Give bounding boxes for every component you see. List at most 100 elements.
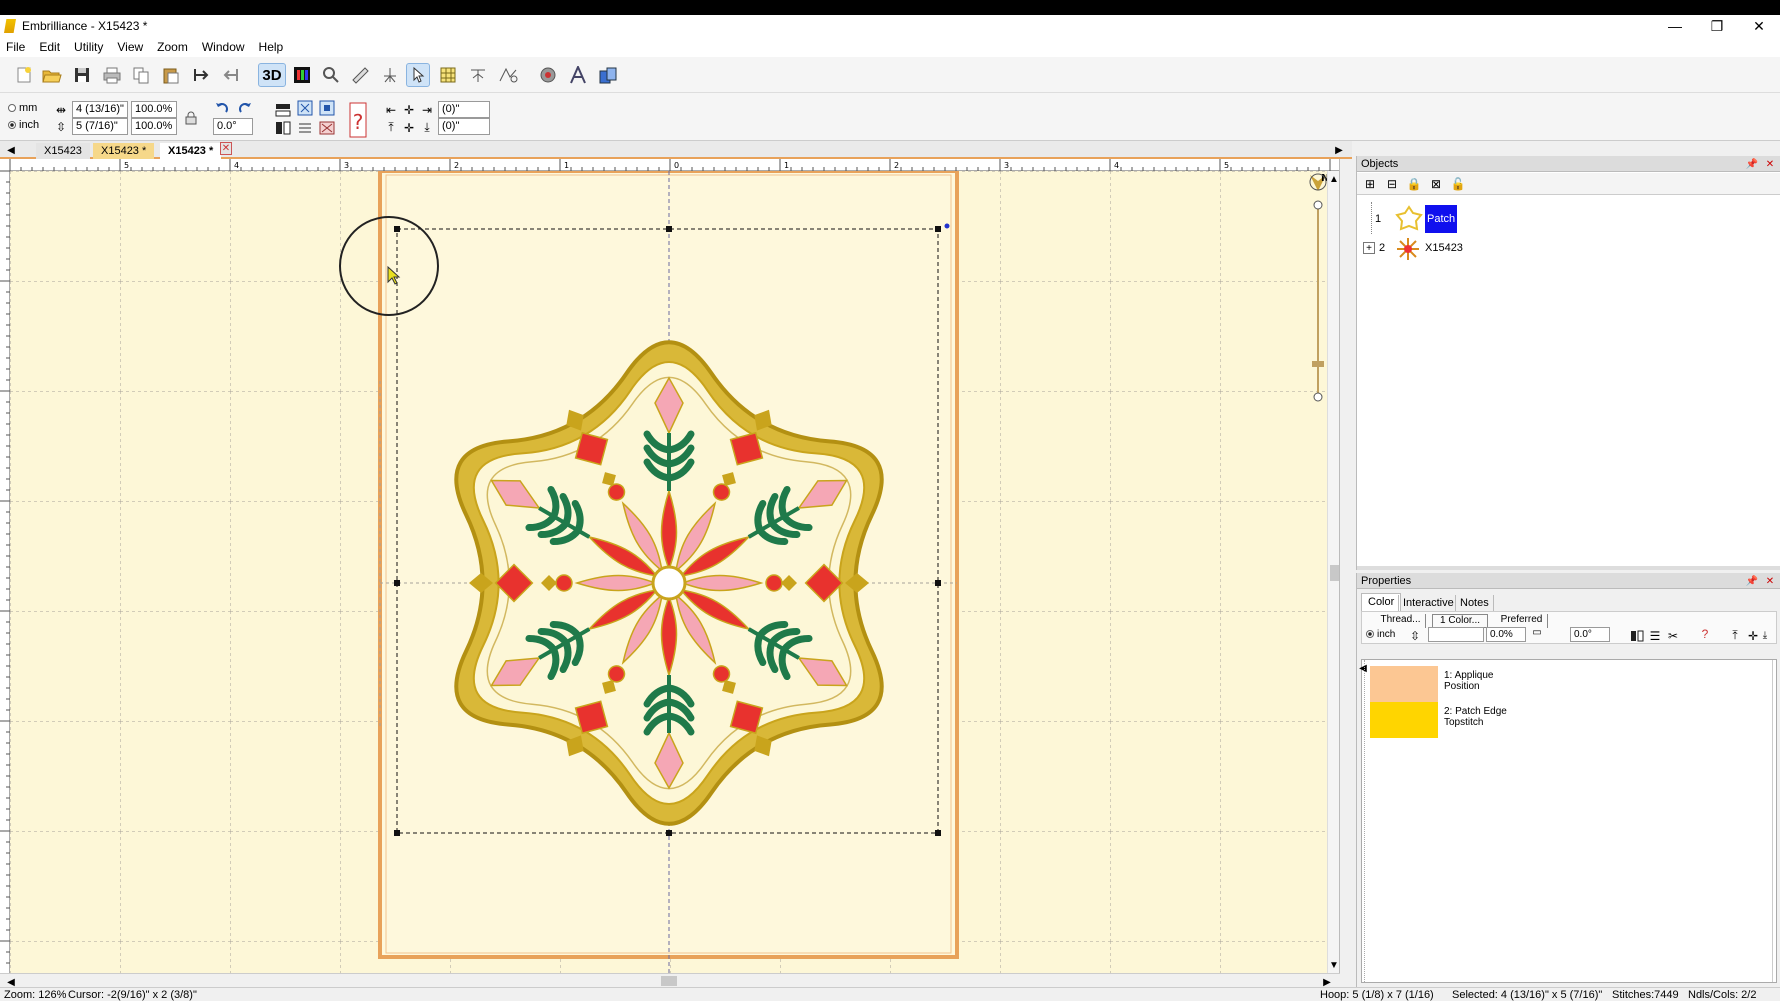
objects-close-icon[interactable]: ✕ [1761, 156, 1779, 173]
unit-mm-option[interactable]: mm [8, 102, 37, 114]
properties-close-icon[interactable]: ✕ [1761, 573, 1779, 590]
unlock-icon[interactable]: 🔓 [1449, 175, 1467, 192]
align-bottom-icon[interactable]: ⤓ [418, 119, 436, 136]
scissors-icon[interactable]: ✂ [1664, 627, 1682, 644]
menu-window[interactable]: Window [202, 40, 245, 54]
menu-edit[interactable]: Edit [39, 40, 60, 54]
scroll-down-icon[interactable]: ▼ [1325, 957, 1339, 973]
angle-field[interactable]: 0.0° [1570, 627, 1610, 642]
object-item-patch[interactable]: 1 Patch [1371, 205, 1671, 233]
one-color-button[interactable]: 1 Color... [1432, 614, 1488, 628]
minimize-button[interactable]: — [1654, 15, 1696, 37]
position-y-field[interactable]: (0)" [438, 118, 490, 135]
copy-icon[interactable] [129, 63, 153, 87]
tab-interactive[interactable]: Interactive [1398, 595, 1458, 611]
align-top-icon[interactable]: ⤒ [382, 119, 400, 136]
tab-document-1[interactable]: X15423 [36, 143, 90, 159]
settings-icon[interactable] [536, 63, 560, 87]
3d-view-icon[interactable]: 3D [258, 63, 286, 87]
width-percent-field[interactable]: 100.0% [131, 101, 177, 118]
select-icon[interactable] [406, 63, 430, 87]
help-hoop-icon[interactable]: ? [1696, 625, 1714, 642]
split-icon[interactable] [219, 63, 243, 87]
rotate-left-icon[interactable] [213, 99, 231, 116]
flip-horizontal-icon[interactable] [274, 101, 292, 118]
scroll-up-icon[interactable]: ▲ [1325, 171, 1339, 188]
flip-vertical-icon[interactable] [1628, 627, 1646, 644]
objects-pin-icon[interactable]: 📌 [1743, 156, 1761, 173]
design-canvas[interactable]: 54321012345 ▲ ▼ [0, 159, 1340, 973]
inch-radio[interactable] [8, 121, 16, 129]
unit-inch-option[interactable]: inch [1366, 629, 1395, 640]
align-left-icon[interactable]: ⇤ [382, 101, 400, 118]
more-icon[interactable]: ⤓ [1760, 627, 1770, 644]
tab-scroll-left-icon[interactable]: ◀ [2, 142, 20, 159]
rotate-right-icon[interactable] [236, 99, 254, 116]
grid-icon[interactable] [436, 63, 460, 87]
help-hoop-icon[interactable]: ? [348, 101, 368, 139]
restore-button[interactable]: ❐ [1696, 15, 1738, 37]
close-button[interactable]: ✕ [1738, 15, 1780, 37]
lock-aspect-icon[interactable] [182, 109, 200, 126]
stitch-icon[interactable] [378, 63, 402, 87]
export-icon[interactable] [596, 63, 620, 87]
text-path-icon[interactable] [466, 63, 490, 87]
menu-zoom[interactable]: Zoom [157, 40, 188, 54]
tools-icon[interactable] [496, 63, 520, 87]
color-palette-icon[interactable] [290, 63, 314, 87]
fit-to-hoop-icon[interactable] [318, 99, 336, 116]
rotation-field[interactable]: 0.0° [213, 118, 253, 135]
align-list-icon[interactable] [296, 119, 314, 136]
menu-file[interactable]: File [6, 40, 25, 54]
rotate-handle[interactable] [944, 223, 950, 229]
color-item-2[interactable]: 2: Patch Edge Topstitch [1370, 702, 1770, 738]
print-icon[interactable] [100, 63, 124, 87]
thread-size-field[interactable] [1428, 627, 1484, 642]
properties-pin-icon[interactable]: 📌 [1743, 573, 1761, 590]
open-icon[interactable] [40, 63, 64, 87]
align-center-h-icon[interactable]: ✛ [400, 101, 418, 118]
paste-icon[interactable] [159, 63, 183, 87]
align-right-icon[interactable]: ⇥ [418, 101, 436, 118]
merge-icon[interactable] [189, 63, 213, 87]
height-field[interactable]: 5 (7/16)" [72, 118, 128, 135]
scissors-icon[interactable] [318, 119, 336, 136]
lettering-icon[interactable] [566, 63, 590, 87]
delete-object-icon[interactable]: ⊠ [1427, 175, 1445, 192]
new-icon[interactable] [12, 63, 36, 87]
height-percent-field[interactable]: 100.0% [131, 118, 177, 135]
unit-inch-option[interactable]: inch [8, 119, 39, 131]
lock-icon[interactable]: 🔒 [1405, 175, 1423, 192]
zoom-icon[interactable] [319, 63, 343, 87]
tab-document-3[interactable]: X15423 * [160, 143, 222, 159]
tab-close-icon[interactable]: ✕ [220, 142, 232, 155]
tab-scroll-right-icon[interactable]: ▶ [1330, 142, 1348, 159]
width-field[interactable]: 4 (13/16)" [72, 101, 128, 118]
position-x-field[interactable]: (0)" [438, 101, 490, 118]
lock-ratio-icon[interactable]: ▭ [1528, 624, 1546, 641]
tab-color[interactable]: Color [1361, 593, 1402, 611]
tab-notes[interactable]: Notes [1455, 595, 1494, 611]
expand-icon[interactable]: + [1363, 242, 1375, 254]
save-icon[interactable] [70, 63, 94, 87]
flip-vertical-icon[interactable] [274, 119, 292, 136]
vertical-scroll-thumb[interactable] [1330, 565, 1339, 581]
align-center-v-icon[interactable]: ✛ [400, 119, 418, 136]
align-list-icon[interactable]: ☰ [1646, 627, 1664, 644]
center-icon[interactable] [296, 99, 314, 116]
measure-icon[interactable] [348, 63, 372, 87]
align-top-icon[interactable]: ⤒ [1726, 627, 1744, 644]
group-icon[interactable]: ⊞ [1361, 175, 1379, 192]
ungroup-icon[interactable]: ⊟ [1383, 175, 1401, 192]
color-item-1[interactable]: 1: Applique Position [1370, 666, 1770, 702]
object-item-design[interactable]: + 2 X15423 [1361, 236, 1661, 264]
mm-radio[interactable] [8, 104, 16, 112]
menu-view[interactable]: View [117, 40, 143, 54]
tab-document-2[interactable]: X15423 * [93, 143, 155, 159]
canvas-vertical-scrollbar[interactable]: ▲ ▼ [1325, 171, 1339, 973]
horizontal-scroll-thumb[interactable] [661, 976, 677, 986]
canvas-horizontal-scrollbar[interactable]: ◀ ▶ [0, 973, 1340, 988]
thread-button[interactable]: Thread... [1376, 614, 1426, 628]
menu-help[interactable]: Help [259, 40, 284, 54]
embroidery-workspace[interactable]: N [0, 171, 1327, 973]
